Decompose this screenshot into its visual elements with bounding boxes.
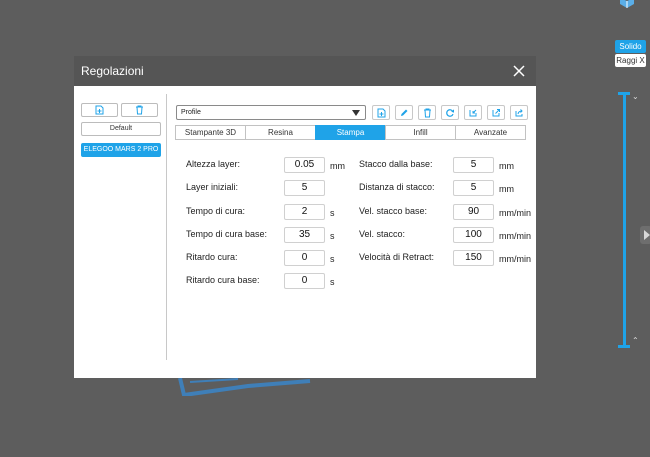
xray-mode-button[interactable]: Raggi X <box>615 54 646 67</box>
initial-layers-label: Layer iniziali: <box>186 182 239 192</box>
base-lift-label: Stacco dalla base: <box>359 159 433 169</box>
cure-delay-input[interactable]: 0 <box>284 250 325 266</box>
lift-distance-unit: mm <box>499 184 514 194</box>
retract-speed-input[interactable]: 150 <box>453 250 494 266</box>
cure-time-unit: s <box>330 208 335 218</box>
delete-profile-button[interactable] <box>418 105 436 120</box>
tab-stampa[interactable]: Stampa <box>315 125 386 140</box>
trash-icon <box>423 108 431 117</box>
layer-height-input[interactable]: 0.05 <box>284 157 325 173</box>
printer-item-elegoo-mars-2-pro[interactable]: ELEGOO MARS 2 PRO <box>81 143 161 157</box>
lift-speed-input[interactable]: 100 <box>453 227 494 243</box>
build-plate-model <box>178 378 311 396</box>
base-lift-speed-unit: mm/min <box>499 208 531 218</box>
render-mode-switch: Solido Raggi X <box>615 40 646 68</box>
new-profile-button[interactable] <box>372 105 390 120</box>
delete-printer-button[interactable] <box>121 103 158 117</box>
share-profile-button[interactable] <box>510 105 528 120</box>
add-printer-button[interactable] <box>81 103 118 117</box>
base-lift-unit: mm <box>499 161 514 171</box>
panel-divider <box>166 94 167 360</box>
profile-select[interactable]: Profile <box>176 105 366 120</box>
base-lift-speed-input[interactable]: 90 <box>453 204 494 220</box>
layer-height-label: Altezza layer: <box>186 159 241 169</box>
lift-distance-label: Distanza di stacco: <box>359 182 435 192</box>
layer-slider-track[interactable] <box>623 94 626 346</box>
tab-avanzate[interactable]: Avanzate <box>455 125 526 140</box>
lift-speed-label: Vel. stacco: <box>359 229 406 239</box>
close-icon[interactable] <box>512 64 526 78</box>
base-cure-delay-input[interactable]: 0 <box>284 273 325 289</box>
base-lift-input[interactable]: 5 <box>453 157 494 173</box>
dialog-header: Regolazioni <box>74 56 536 86</box>
share-icon <box>515 108 523 116</box>
base-cure-delay-unit: s <box>330 277 335 287</box>
dialog-title: Regolazioni <box>81 64 144 78</box>
import-profile-button[interactable] <box>464 105 482 120</box>
retract-speed-label: Velocità di Retract: <box>359 252 435 262</box>
initial-layers-input[interactable]: 5 <box>284 180 325 196</box>
layer-slider[interactable] <box>618 92 630 348</box>
rename-profile-button[interactable] <box>395 105 413 120</box>
chevron-up-icon[interactable]: ⌃ <box>632 336 639 345</box>
base-cure-delay-label: Ritardo cura base: <box>186 275 260 285</box>
tab-infill[interactable]: Infill <box>385 125 456 140</box>
trash-icon <box>136 105 143 115</box>
cure-time-input[interactable]: 2 <box>284 204 325 220</box>
base-cure-time-label: Tempo di cura base: <box>186 229 268 239</box>
cure-delay-label: Ritardo cura: <box>186 252 238 262</box>
import-icon <box>469 109 477 116</box>
reset-profile-button[interactable] <box>441 105 459 120</box>
tab-resina[interactable]: Resina <box>245 125 316 140</box>
solid-mode-button[interactable]: Solido <box>615 40 646 53</box>
profile-toolbar: Profile <box>176 105 528 120</box>
cure-time-label: Tempo di cura: <box>186 206 246 216</box>
expand-panel-arrow-icon[interactable] <box>640 226 650 244</box>
printer-list-panel: Default ELEGOO MARS 2 PRO <box>81 103 161 164</box>
tab-stampante-3d[interactable]: Stampante 3D <box>175 125 246 140</box>
profile-select-value: Profile <box>181 109 201 116</box>
printer-item-default[interactable]: Default <box>81 122 161 136</box>
lift-distance-input[interactable]: 5 <box>453 180 494 196</box>
base-lift-speed-label: Vel. stacco base: <box>359 206 428 216</box>
base-cure-time-input[interactable]: 35 <box>284 227 325 243</box>
lift-speed-unit: mm/min <box>499 231 531 241</box>
export-profile-button[interactable] <box>487 105 505 120</box>
export-icon <box>492 108 500 116</box>
retract-speed-unit: mm/min <box>499 254 531 264</box>
layer-slider-bottom-handle[interactable] <box>618 345 630 348</box>
caret-down-icon <box>352 110 360 116</box>
add-file-icon <box>377 108 385 117</box>
add-file-icon <box>95 105 104 115</box>
refresh-icon <box>446 108 454 117</box>
view-cube-icon[interactable] <box>618 0 636 8</box>
cure-delay-unit: s <box>330 254 335 264</box>
layer-height-unit: mm <box>330 161 345 171</box>
chevron-down-icon[interactable]: ⌄ <box>632 92 639 101</box>
pencil-icon <box>401 109 408 116</box>
base-cure-time-unit: s <box>330 231 335 241</box>
settings-dialog: Regolazioni Default ELEGOO MARS 2 PRO Pr… <box>74 56 536 378</box>
settings-tabs: Stampante 3D Resina Stampa Infill Avanza… <box>175 125 526 140</box>
